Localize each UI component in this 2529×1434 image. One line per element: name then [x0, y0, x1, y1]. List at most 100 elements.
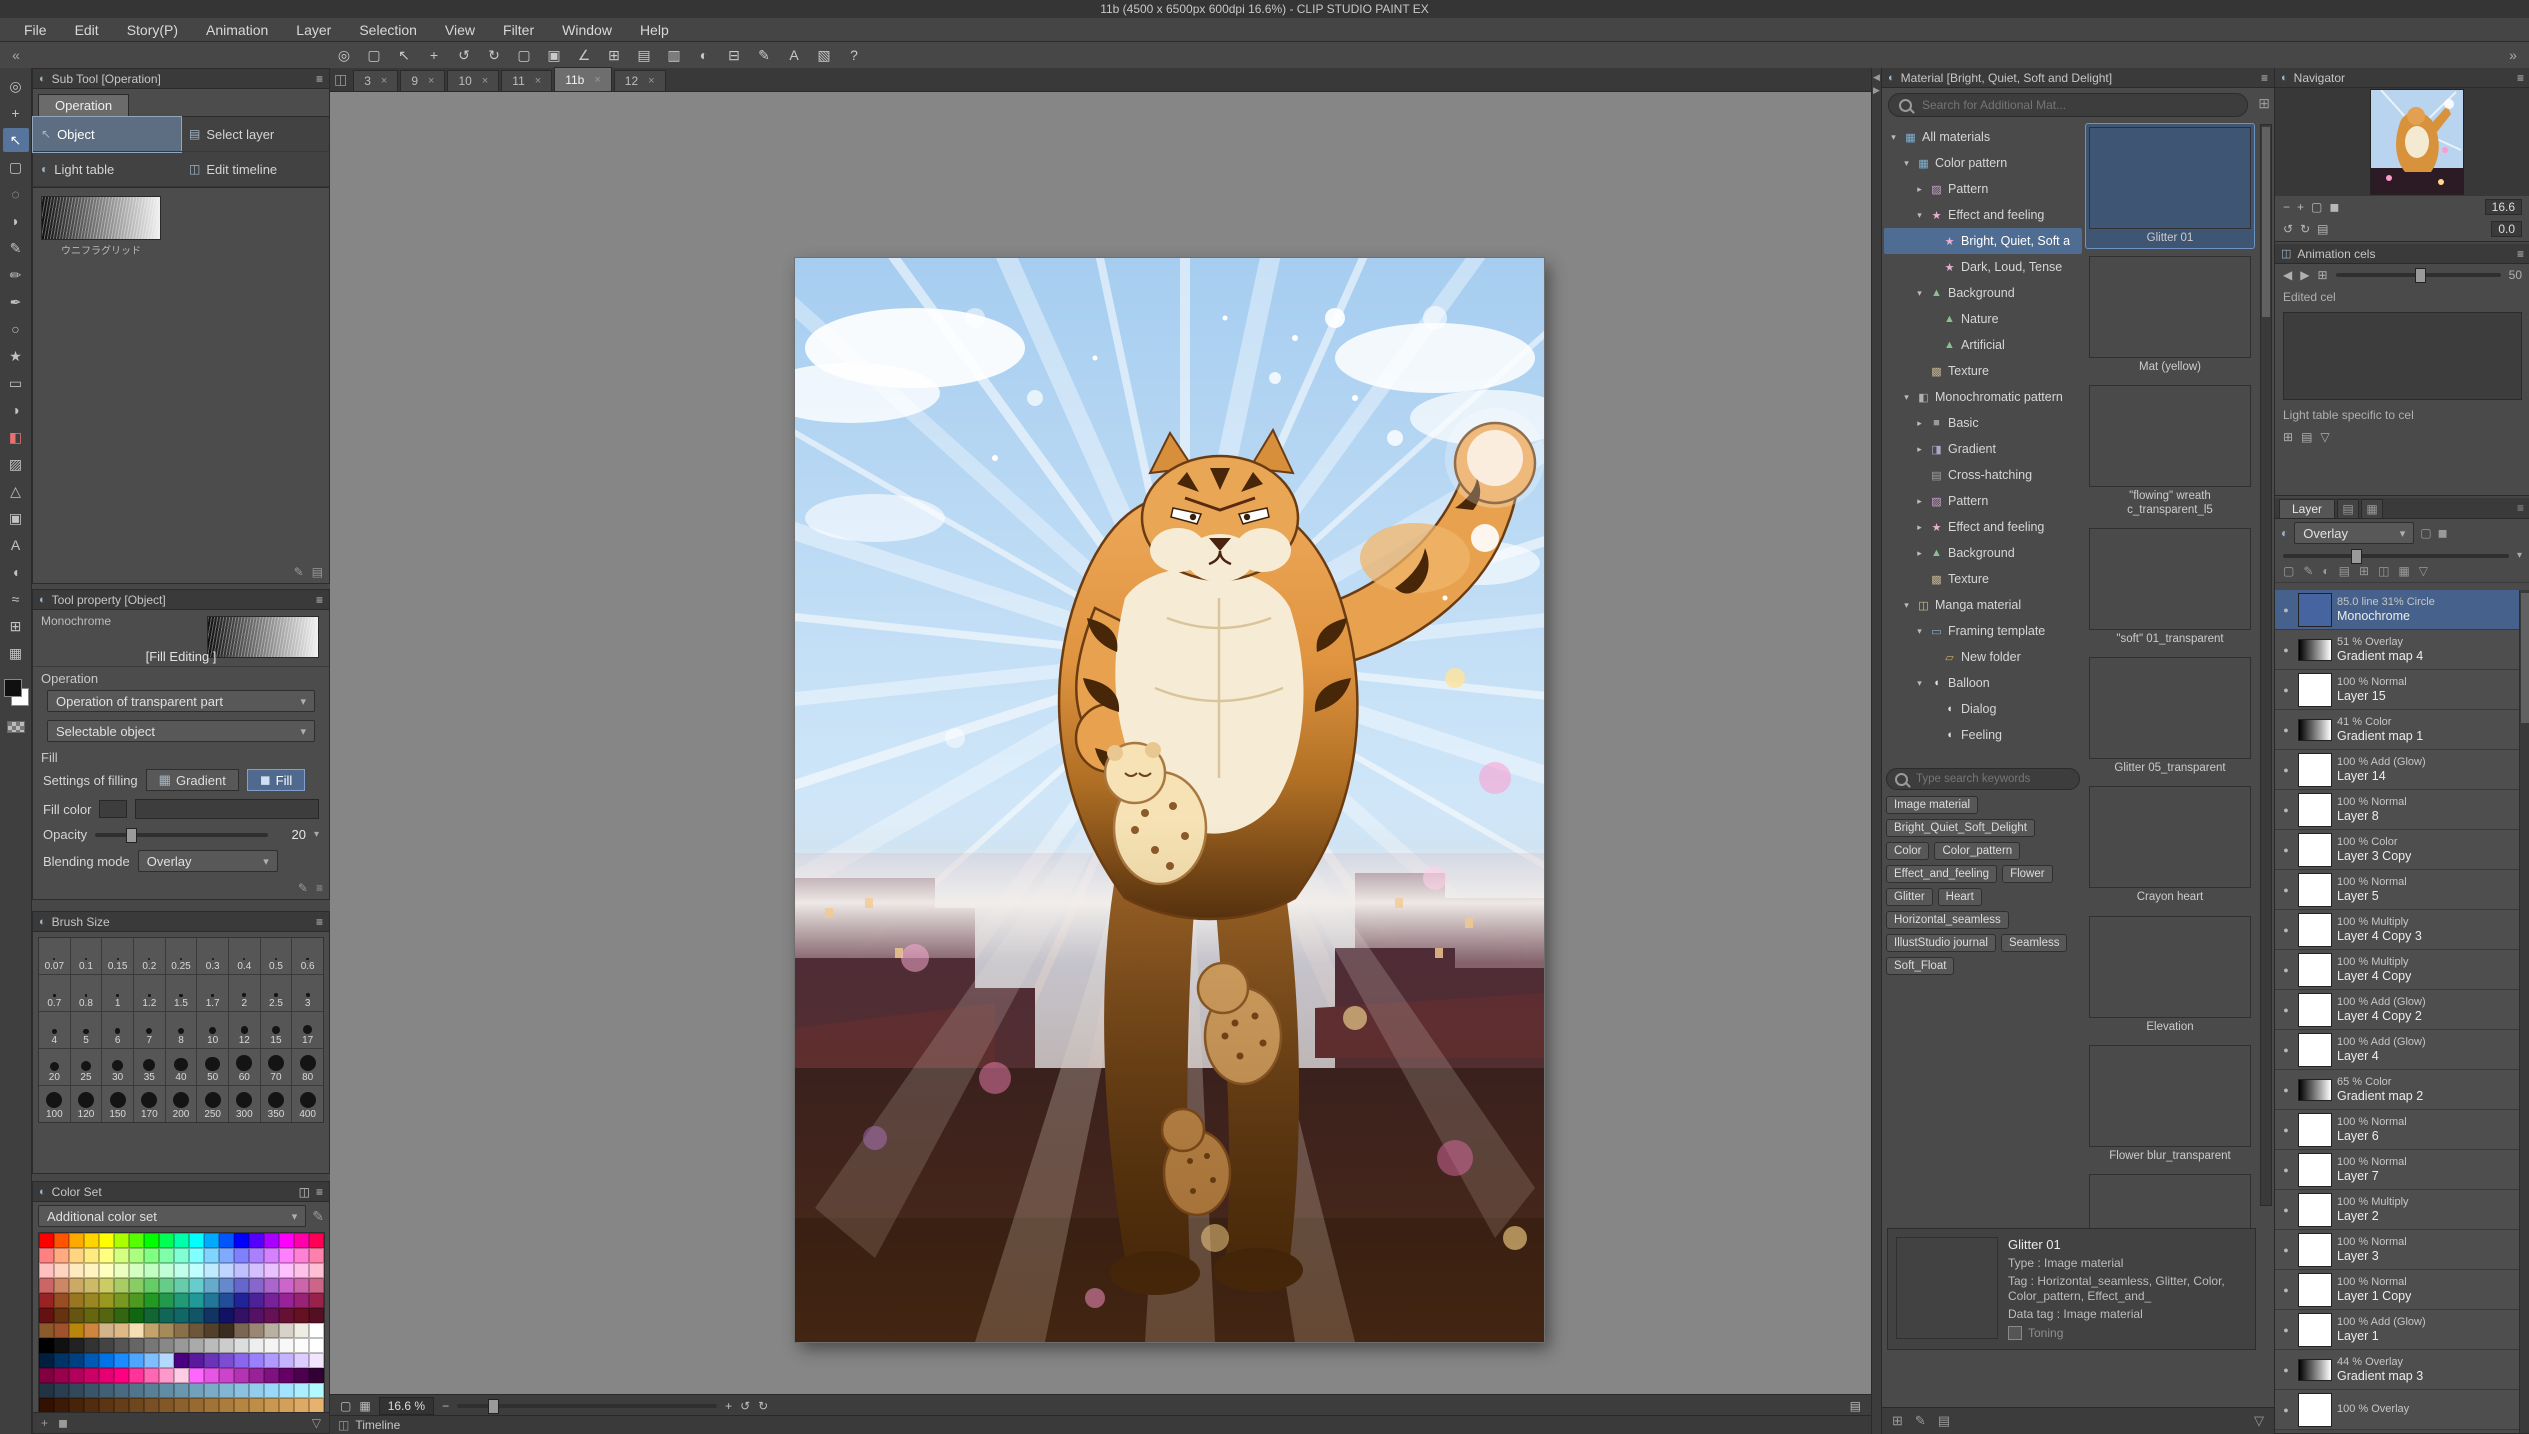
color-swatch[interactable]: [294, 1353, 309, 1368]
color-swatch[interactable]: [129, 1338, 144, 1353]
color-swatch[interactable]: [39, 1263, 54, 1278]
color-swatch[interactable]: [279, 1368, 294, 1383]
color-swatch[interactable]: [54, 1233, 69, 1248]
color-swatch[interactable]: [99, 1233, 114, 1248]
layer-thumbnail[interactable]: [2298, 1113, 2332, 1147]
color-swatch[interactable]: [189, 1248, 204, 1263]
color-swatch[interactable]: [294, 1233, 309, 1248]
color-swatch[interactable]: [234, 1248, 249, 1263]
color-swatch[interactable]: [264, 1383, 279, 1398]
keyword-tag[interactable]: Seamless: [2001, 934, 2068, 952]
brush-size-cell[interactable]: 8: [166, 1012, 197, 1048]
color-swatch[interactable]: [309, 1338, 324, 1353]
color-swatch[interactable]: [144, 1278, 159, 1293]
material-item[interactable]: "soft" 01_transparent: [2086, 525, 2254, 649]
opacity-stepper-icon[interactable]: [2517, 550, 2522, 561]
color-swatch[interactable]: [54, 1353, 69, 1368]
layer-thumbnail[interactable]: [2298, 1079, 2332, 1101]
brush-size-cell[interactable]: 0.6: [292, 938, 323, 974]
color-swatch[interactable]: [39, 1248, 54, 1263]
color-swatch[interactable]: [129, 1233, 144, 1248]
panel-menu-icon[interactable]: [2261, 71, 2268, 85]
keyword-tag[interactable]: Effect_and_feeling: [1886, 865, 1997, 883]
blend-tool[interactable]: ◑: [3, 398, 29, 422]
color-swatch[interactable]: [129, 1353, 144, 1368]
color-swatch[interactable]: [99, 1263, 114, 1278]
color-swatch[interactable]: [309, 1383, 324, 1398]
layer-thumbnail[interactable]: [2298, 1193, 2332, 1227]
brush-size-cell[interactable]: 0.25: [166, 938, 197, 974]
color-swatch[interactable]: [189, 1278, 204, 1293]
brush-size-cell[interactable]: 350: [261, 1086, 292, 1122]
color-swatch[interactable]: [39, 1398, 54, 1413]
nav-actual-size-icon[interactable]: [2329, 200, 2339, 214]
color-swatch[interactable]: [174, 1368, 189, 1383]
material-tree-item[interactable]: ▸ Basic: [1884, 410, 2082, 436]
color-swatch[interactable]: [309, 1323, 324, 1338]
brush-size-cell[interactable]: 0.07: [39, 938, 70, 974]
color-swatch[interactable]: [84, 1383, 99, 1398]
color-swatch[interactable]: [204, 1278, 219, 1293]
menu-item[interactable]: Selection: [345, 18, 431, 42]
color-swatch[interactable]: [189, 1338, 204, 1353]
color-swatch[interactable]: [114, 1338, 129, 1353]
material-tree-item[interactable]: ▾ All materials: [1884, 124, 2082, 150]
visibility-eye-icon[interactable]: [2279, 645, 2293, 655]
material-tree-item[interactable]: Artificial: [1884, 332, 2082, 358]
layer-thumbnail[interactable]: [2298, 953, 2332, 987]
brush-size-cell[interactable]: 1.5: [166, 975, 197, 1011]
color-swatch[interactable]: [249, 1293, 264, 1308]
material-item[interactable]: Flower blur_transparent: [2086, 1042, 2254, 1166]
color-swatch[interactable]: [189, 1383, 204, 1398]
auto-select-tool[interactable]: ◌: [3, 182, 29, 206]
color-swatch[interactable]: [189, 1353, 204, 1368]
document-tab[interactable]: 10: [447, 70, 499, 91]
visibility-eye-icon[interactable]: [2279, 1045, 2293, 1055]
color-swatch[interactable]: [279, 1263, 294, 1278]
color-swatch[interactable]: [114, 1263, 129, 1278]
menu-item[interactable]: Layer: [282, 18, 345, 42]
material-item[interactable]: Mat (yellow): [2086, 253, 2254, 377]
move-icon[interactable]: +: [422, 44, 446, 66]
color-swatch[interactable]: [174, 1398, 189, 1413]
color-swatch[interactable]: [264, 1248, 279, 1263]
color-swatch[interactable]: [204, 1338, 219, 1353]
eraser-tool[interactable]: ▭: [3, 371, 29, 395]
color-swatch[interactable]: [279, 1398, 294, 1413]
collapse-panel-right-icon[interactable]: [1873, 85, 1880, 96]
deselect-icon[interactable]: ▣: [542, 44, 566, 66]
gradient-tool[interactable]: ▨: [3, 452, 29, 476]
color-swatch[interactable]: [234, 1368, 249, 1383]
edit-icon[interactable]: [294, 565, 304, 579]
layer-thumbnail[interactable]: [2298, 673, 2332, 707]
keyword-search-input[interactable]: [1914, 772, 2071, 786]
nav-rotate-right-icon[interactable]: [2300, 222, 2310, 236]
color-swatch[interactable]: [69, 1233, 84, 1248]
remove-light-table-icon[interactable]: [2320, 430, 2329, 444]
tree-expand-icon[interactable]: ▾: [1901, 392, 1912, 403]
material-tree-item[interactable]: Texture: [1884, 566, 2082, 592]
color-swatch[interactable]: [84, 1353, 99, 1368]
tab-close-icon[interactable]: [648, 75, 654, 87]
prev-cel-icon[interactable]: [2283, 268, 2292, 282]
color-swatch[interactable]: [219, 1263, 234, 1278]
color-swatch[interactable]: [309, 1308, 324, 1323]
color-swatch[interactable]: [294, 1293, 309, 1308]
collapse-left-icon[interactable]: [0, 47, 32, 63]
layer-thumbnail[interactable]: [2298, 719, 2332, 741]
brush-size-cell[interactable]: 150: [102, 1086, 133, 1122]
color-swatch[interactable]: [114, 1308, 129, 1323]
zoom-out-icon[interactable]: [442, 1399, 449, 1413]
color-swatch[interactable]: [54, 1248, 69, 1263]
color-swatch[interactable]: [54, 1323, 69, 1338]
color-swatch[interactable]: [39, 1368, 54, 1383]
add-material-icon[interactable]: [2258, 95, 2270, 112]
color-swatch[interactable]: [54, 1278, 69, 1293]
color-swatch[interactable]: [219, 1368, 234, 1383]
color-swatch[interactable]: [114, 1233, 129, 1248]
tab-close-icon[interactable]: [428, 75, 434, 87]
layer-opacity-slider[interactable]: [2283, 554, 2509, 558]
color-swatch[interactable]: [129, 1263, 144, 1278]
material-icon[interactable]: ▧: [812, 44, 836, 66]
opacity-value[interactable]: 20: [276, 827, 306, 842]
